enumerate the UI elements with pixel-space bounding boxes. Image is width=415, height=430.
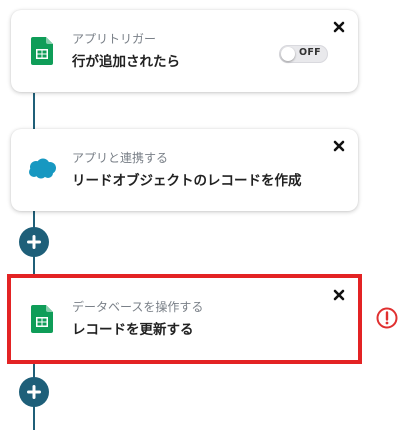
step-subtitle: データベースを操作する <box>72 300 204 314</box>
trigger-step-card[interactable]: アプリトリガー 行が追加されたら OFF <box>11 10 358 92</box>
plus-icon <box>27 235 41 249</box>
step-subtitle: アプリと連携する <box>72 151 169 165</box>
close-icon[interactable] <box>332 139 346 153</box>
flow-connector <box>33 93 35 131</box>
step-title: リードオブジェクトのレコードを作成 <box>72 173 302 189</box>
toggle-label: OFF <box>299 47 321 58</box>
toggle-knob <box>281 47 295 61</box>
salesforce-icon <box>29 158 56 179</box>
google-sheets-icon <box>31 305 53 333</box>
plus-icon <box>27 385 41 399</box>
database-step-card[interactable]: データベースを操作する レコードを更新する <box>7 274 362 364</box>
close-icon[interactable] <box>332 20 346 34</box>
step-subtitle: アプリトリガー <box>72 32 157 46</box>
action-step-card[interactable]: アプリと連携する リードオブジェクトのレコードを作成 <box>11 129 358 211</box>
step-title: 行が追加されたら <box>72 54 180 70</box>
add-step-button[interactable] <box>19 377 49 407</box>
add-step-button[interactable] <box>19 227 49 257</box>
close-icon[interactable] <box>332 288 346 302</box>
error-icon <box>376 307 398 329</box>
google-sheets-icon <box>31 37 53 65</box>
trigger-toggle[interactable]: OFF <box>279 45 328 63</box>
step-title: レコードを更新する <box>72 322 194 338</box>
